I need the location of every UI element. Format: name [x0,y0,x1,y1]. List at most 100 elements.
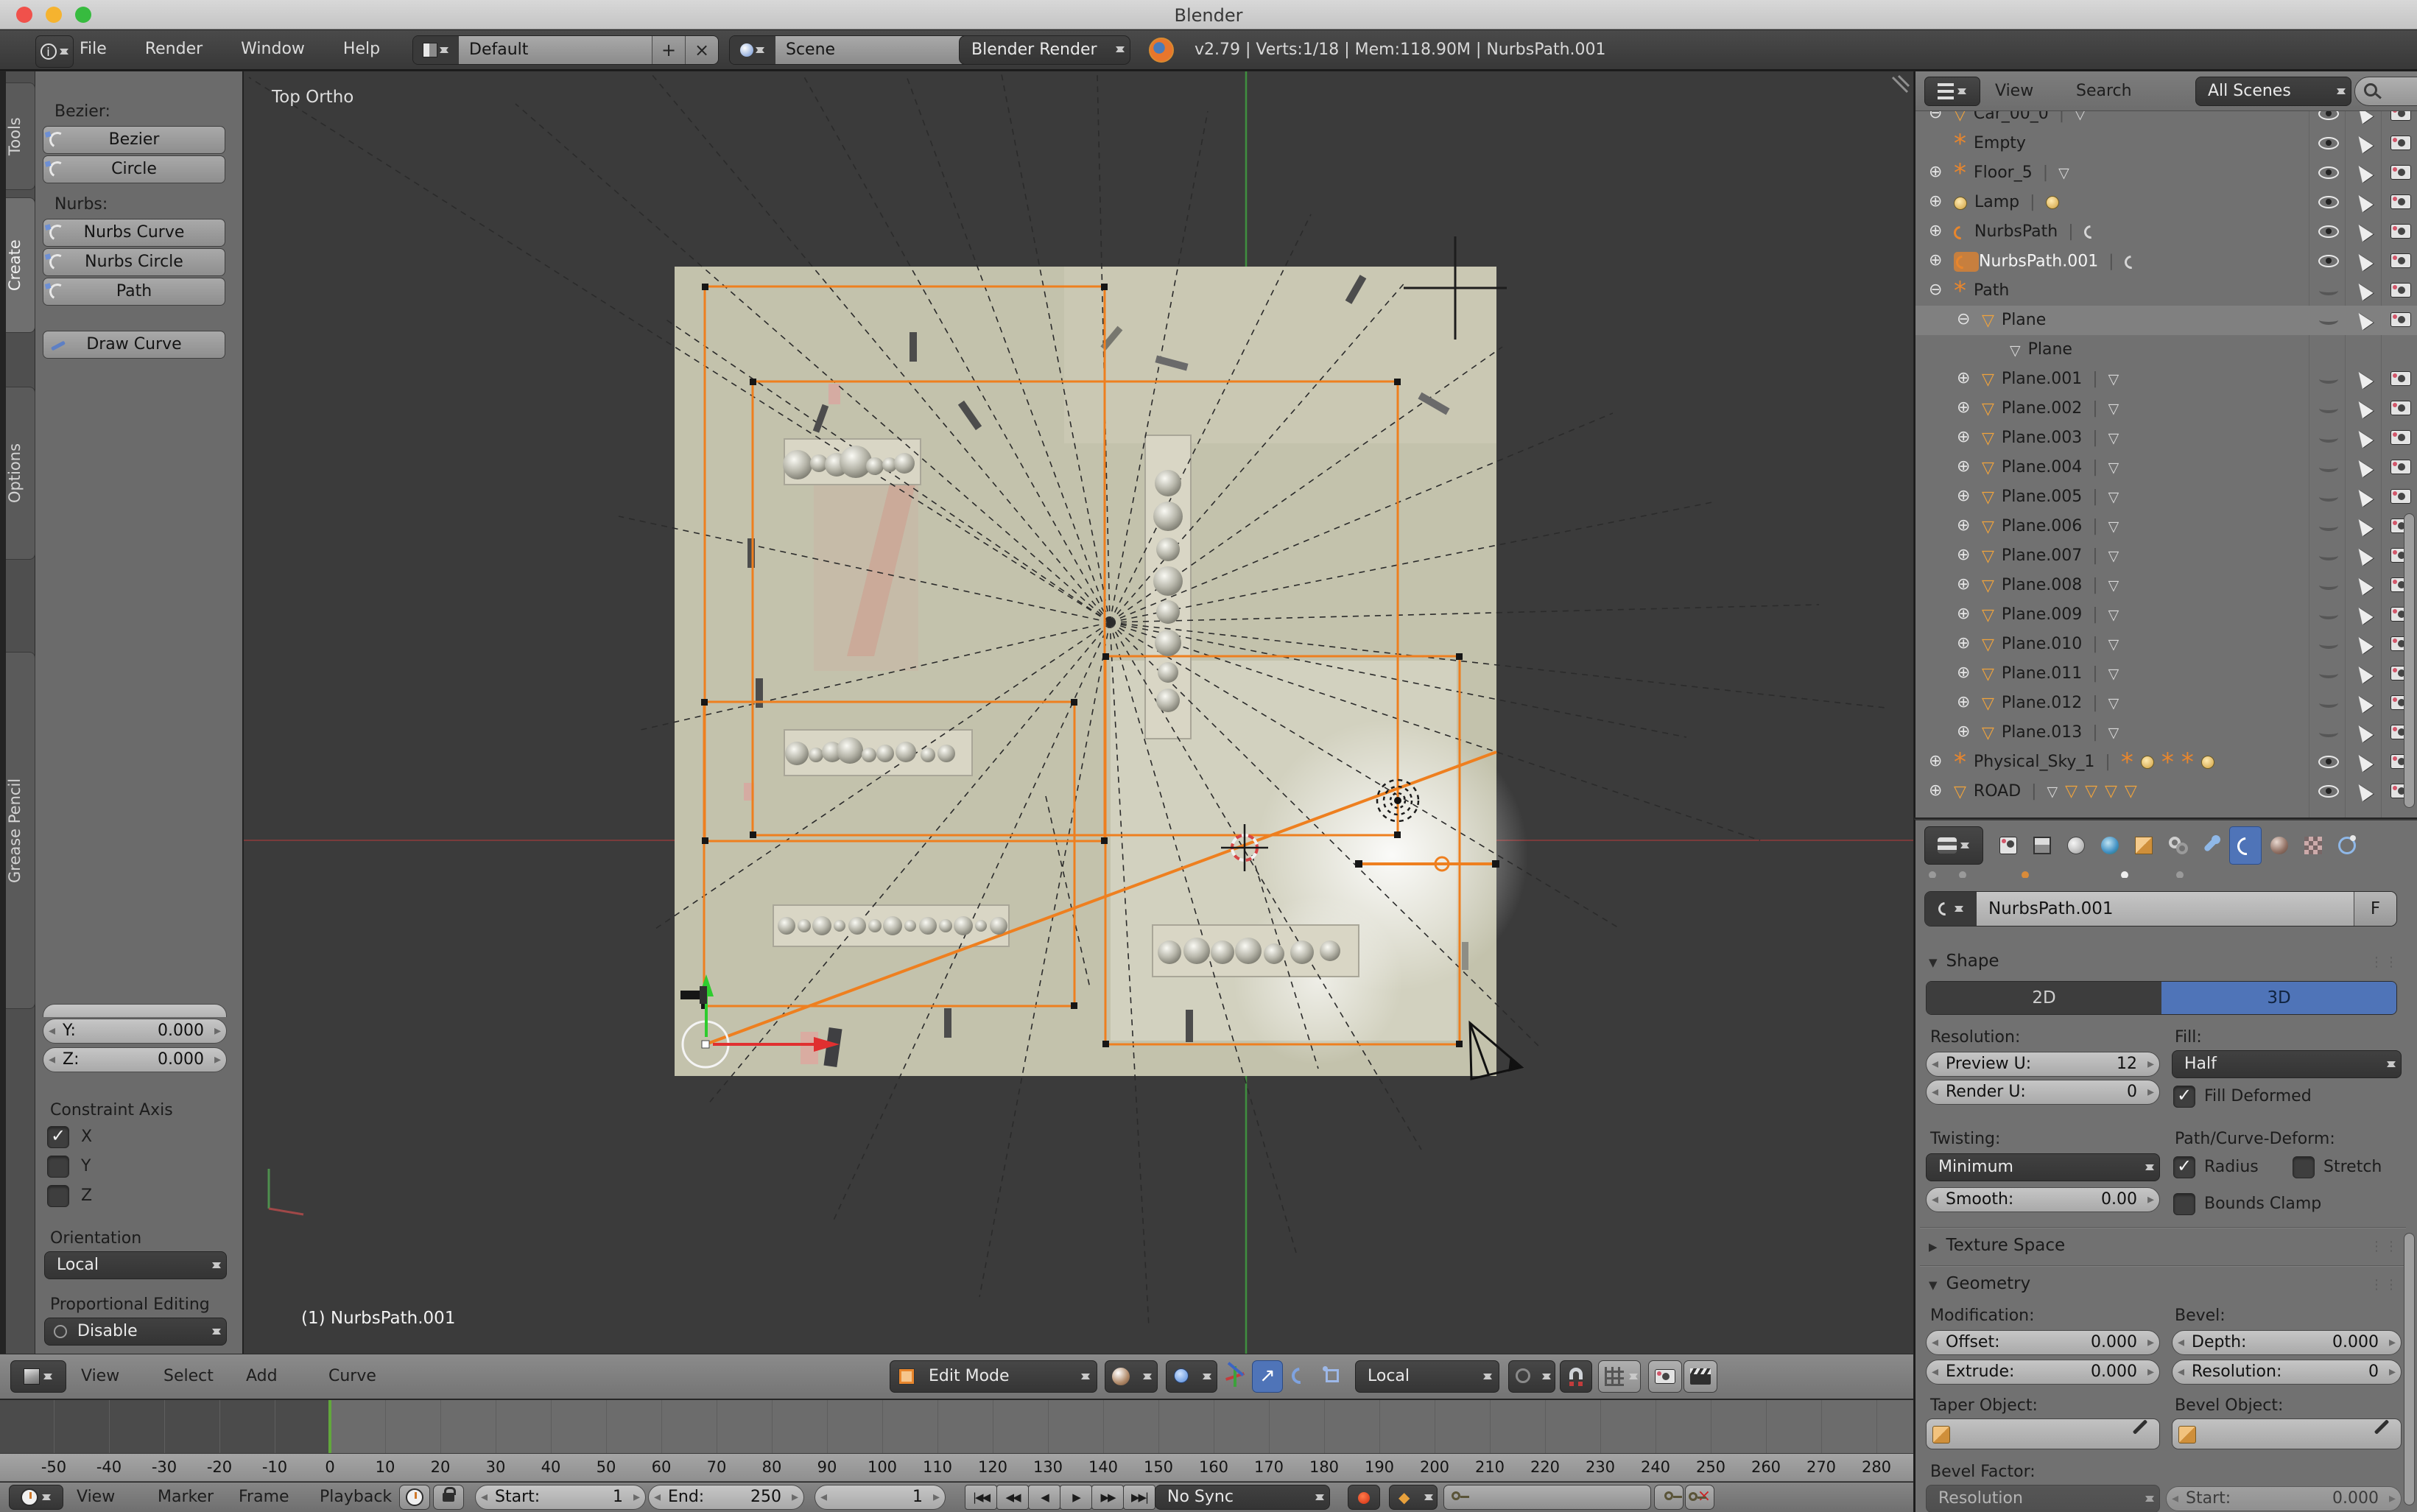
proportional-editing-select[interactable]: Disable [44,1318,227,1346]
selectability-cursor-icon[interactable] [2353,574,2373,595]
fake-user-button[interactable]: F [2354,892,2396,926]
selectability-cursor-icon[interactable] [2353,221,2373,242]
object-name[interactable]: Plane [2002,311,2046,329]
expand-icon[interactable]: ⊕ [1957,369,1970,387]
opengl-render-image-button[interactable] [1648,1360,1682,1393]
object-name[interactable]: NurbsPath.001 [1979,253,2098,271]
selectability-cursor-icon[interactable] [2353,111,2373,124]
expand-icon[interactable]: ⊕ [1957,516,1970,535]
object-name[interactable]: ROAD [1974,782,2021,801]
visibility-eye-closed-icon[interactable] [2319,728,2338,737]
menu-marker[interactable]: Marker [158,1488,214,1506]
object-name[interactable]: Empty [1974,134,2026,152]
renderability-camera-icon[interactable] [2390,283,2411,298]
visibility-eye-icon[interactable] [2318,137,2339,150]
selectability-cursor-icon[interactable] [2353,722,2373,742]
tool-button-nurbs-circle[interactable]: Nurbs Circle [43,248,225,276]
collapse-icon[interactable]: ⊖ [1957,310,1970,328]
expand-icon[interactable]: ⊕ [1929,752,1942,770]
outliner-row-plane-003[interactable]: ⊕▽Plane.003 | ▽ [1915,423,2417,453]
renderability-camera-icon[interactable] [2390,194,2411,209]
snap-target-select[interactable] [1508,1360,1555,1393]
sync-mode-select[interactable]: No Sync [1155,1485,1330,1510]
outliner-row-physical-sky-1[interactable]: ⊕*Physical_Sky_1 | *** [1915,748,2417,777]
editor-type-3d-view-button[interactable] [10,1360,66,1393]
jump-to-end-button[interactable]: ▶▶| [1123,1485,1155,1510]
scale-manipulator-button[interactable] [1317,1360,1348,1393]
renderability-camera-icon[interactable] [2390,371,2411,386]
outliner-scrollbar-thumb[interactable] [2404,513,2415,808]
renderability-camera-icon[interactable] [2390,312,2411,327]
outliner-row-plane-004[interactable]: ⊕▽Plane.004 | ▽ [1915,453,2417,482]
visibility-eye-closed-icon[interactable] [2319,463,2338,472]
object-name[interactable]: Plane.008 [2002,576,2082,594]
manipulator-axes-button[interactable] [1222,1360,1248,1393]
timeline-ruler[interactable]: -50-40-30-20-100102030405060708090100110… [0,1453,1913,1482]
outliner-row-plane-011[interactable]: ⊕▽Plane.011 | ▽ [1915,659,2417,689]
delete-keyframe-button[interactable]: × [1685,1485,1714,1510]
properties-tab-render[interactable] [1992,826,2024,865]
renderability-camera-icon[interactable] [2390,430,2411,445]
outliner-search-field[interactable] [2354,77,2417,106]
object-name[interactable]: Physical_Sky_1 [1974,753,2094,771]
outliner-row-plane-009[interactable]: ⊕▽Plane.009 | ▽ [1915,600,2417,630]
expand-icon[interactable]: ⊕ [1957,693,1970,711]
selectability-cursor-icon[interactable] [2353,368,2373,389]
properties-tab-scene[interactable] [2060,826,2092,865]
menu-window[interactable]: Window [241,40,305,58]
expand-icon[interactable]: ⊕ [1929,251,1942,270]
offset-field[interactable]: Offset:0.000 [1926,1330,2160,1355]
visibility-eye-icon[interactable] [2318,225,2339,238]
expand-icon[interactable]: ⊕ [1957,546,1970,564]
outliner-row-car-00-0[interactable]: ⊖▽Car_00_0 | ▽ [1915,111,2417,129]
2d-button[interactable]: 2D [1927,982,2161,1014]
properties-tab-object-data[interactable] [2229,826,2262,865]
scene-name[interactable]: Scene [775,36,983,64]
screen-layout-name[interactable]: Default [459,36,652,64]
shelf-tab-create[interactable]: Create [6,197,35,333]
current-frame-line[interactable] [328,1400,331,1453]
visibility-eye-icon[interactable] [2318,166,2339,179]
visibility-eye-closed-icon[interactable] [2319,551,2338,560]
tool-button-circle[interactable]: Circle [43,155,225,183]
frame-start-field[interactable]: Start: 1 [475,1485,646,1510]
translate-manipulator-button[interactable]: ↗ [1252,1360,1283,1393]
renderability-camera-icon[interactable] [2390,224,2411,239]
keying-set-field[interactable] [1443,1485,1651,1510]
snap-toggle-button[interactable] [1560,1360,1592,1393]
properties-tab-world[interactable] [2094,826,2126,865]
selectability-cursor-icon[interactable] [2353,427,2373,448]
object-name[interactable]: Plane.003 [2002,429,2082,447]
mode-select[interactable]: Edit Mode [890,1360,1097,1393]
tool-button-draw-curve[interactable]: Draw Curve [43,331,225,359]
visibility-eye-closed-icon[interactable] [2319,433,2338,443]
frame-end-field[interactable]: End: 250 [648,1485,804,1510]
object-name[interactable]: Floor_5 [1974,163,2033,182]
selectability-cursor-icon[interactable] [2353,545,2373,566]
bounds-clamp-checkbox[interactable] [2173,1193,2195,1215]
selectability-cursor-icon[interactable] [2353,162,2373,183]
radius-checkbox[interactable] [2173,1156,2195,1178]
selectability-cursor-icon[interactable] [2353,457,2373,477]
visibility-eye-closed-icon[interactable] [2319,492,2338,502]
insert-keyframe-button[interactable] [1654,1485,1684,1510]
move-y-field[interactable]: Y: 0.000 [43,1019,227,1044]
renderability-camera-icon[interactable] [2390,136,2411,150]
shelf-tab-tools[interactable]: Tools [6,82,35,190]
fill-mode-select[interactable]: Half [2172,1050,2402,1078]
properties-tab-constraints[interactable] [2161,826,2194,865]
object-name[interactable]: Plane.012 [2002,694,2082,712]
tool-button-nurbs-curve[interactable]: Nurbs Curve [43,219,225,247]
outliner-row-lamp[interactable]: ⊕Lamp | [1915,188,2417,217]
object-name[interactable]: Plane.011 [2002,664,2082,683]
outliner-row-plane-001[interactable]: ⊕▽Plane.001 | ▽ [1915,365,2417,394]
menu-playback[interactable]: Playback [320,1488,392,1506]
visibility-eye-icon[interactable] [2318,785,2339,798]
bevel-factor-start-field[interactable]: Start:0.000 [2166,1486,2402,1511]
editor-type-outliner-button[interactable] [1924,77,1980,106]
visibility-eye-closed-icon[interactable] [2319,521,2338,531]
bevel-depth-field[interactable]: Depth:0.000 [2172,1330,2402,1355]
selectability-cursor-icon[interactable] [2353,663,2373,683]
3d-button[interactable]: 3D [2161,982,2396,1014]
texture-space-section-header[interactable]: Texture Space [1929,1236,2065,1255]
